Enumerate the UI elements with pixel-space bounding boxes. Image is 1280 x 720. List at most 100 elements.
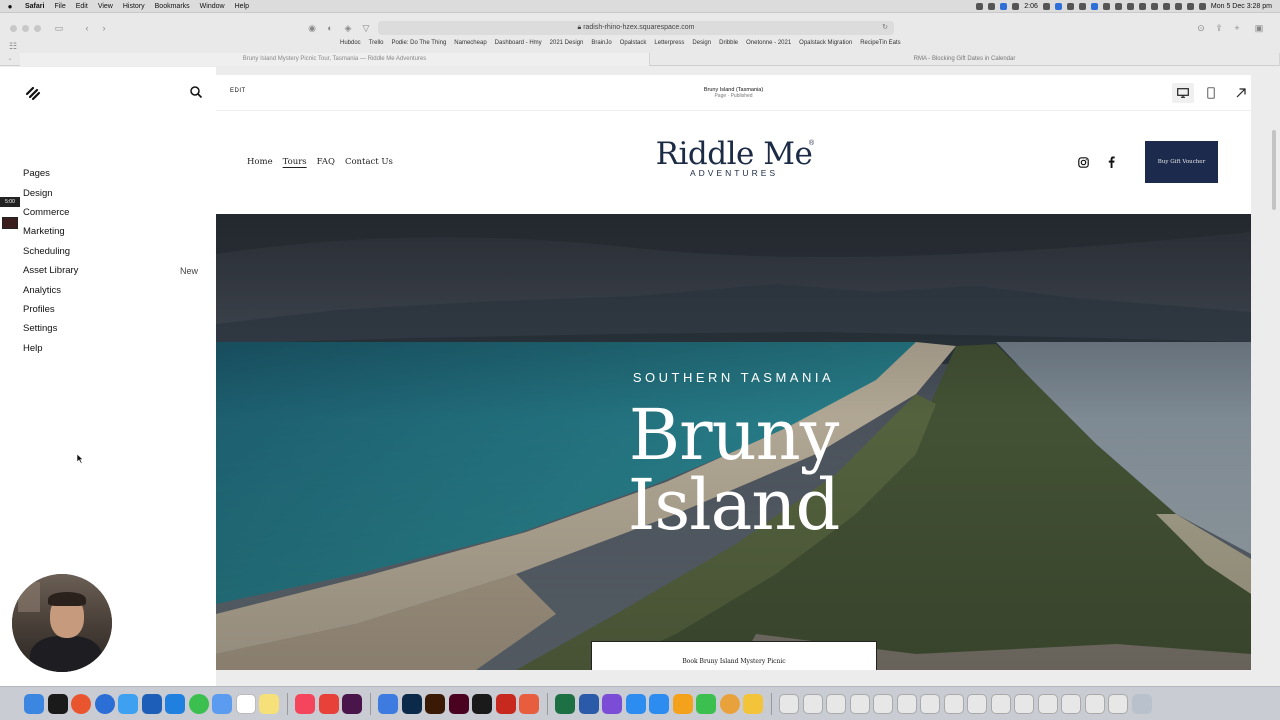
close-window-button[interactable]: [10, 25, 17, 32]
document-icon[interactable]: [1037, 693, 1058, 714]
photoshop-icon[interactable]: [401, 693, 422, 714]
app-icon[interactable]: [165, 693, 185, 714]
apple-menu-icon[interactable]: ●: [0, 2, 20, 11]
menu-app-name[interactable]: Safari: [20, 3, 49, 10]
app-icon[interactable]: [212, 693, 232, 714]
sidebar-item-pages[interactable]: Pages: [23, 164, 198, 183]
tab-bar-icon[interactable]: ⌄: [0, 53, 20, 66]
browser-tab-active[interactable]: Bruny Island Mystery Picnic Tour, Tasman…: [20, 53, 650, 66]
favorite-link[interactable]: Opalstack: [620, 40, 647, 46]
status-app-icon[interactable]: [1066, 2, 1074, 10]
bridge-icon[interactable]: [472, 693, 492, 714]
instagram-icon[interactable]: [1076, 155, 1090, 169]
trash-icon[interactable]: [1131, 693, 1152, 714]
facebook-icon[interactable]: [1104, 155, 1118, 169]
control-center-icon[interactable]: [1198, 2, 1206, 10]
search-icon[interactable]: [189, 85, 203, 99]
site-logo[interactable]: Riddle Me ADVENTURES ®: [646, 137, 822, 178]
sidebar-item-marketing[interactable]: Marketing: [23, 222, 198, 241]
sidebar-item-design[interactable]: Design: [23, 183, 198, 202]
menu-file[interactable]: File: [49, 3, 70, 10]
sidebar-item-scheduling[interactable]: Scheduling: [23, 242, 198, 261]
numbers-icon[interactable]: [696, 693, 716, 714]
calendar-icon[interactable]: [235, 693, 256, 714]
browser-tab[interactable]: RMA - Blocking Gift Dates in Calendar: [650, 53, 1280, 66]
reload-icon[interactable]: ↻: [882, 21, 888, 35]
sidebar-item-help[interactable]: Help: [23, 339, 198, 358]
document-icon[interactable]: [990, 693, 1011, 714]
status-app-icon[interactable]: [1000, 2, 1008, 10]
bookmarks-grid-icon[interactable]: ☷: [6, 40, 20, 52]
site-nav-tours[interactable]: Tours: [283, 157, 307, 167]
acrobat-icon[interactable]: [495, 693, 516, 714]
news-icon[interactable]: [318, 693, 339, 714]
sidebar-item-asset-library[interactable]: Asset Library New: [23, 261, 198, 280]
favorite-link[interactable]: Podie: Do The Thing: [391, 40, 446, 46]
menu-edit[interactable]: Edit: [71, 3, 93, 10]
illustrator-icon[interactable]: [425, 693, 445, 714]
document-icon[interactable]: [896, 693, 917, 714]
site-nav-contact[interactable]: Contact Us: [345, 157, 393, 167]
status-datetime[interactable]: Mon 5 Dec 3:28 pm: [1211, 3, 1272, 10]
menu-view[interactable]: View: [93, 3, 118, 10]
outlook-icon[interactable]: [141, 693, 162, 714]
buy-gift-voucher-button[interactable]: Buy Gift Voucher: [1145, 141, 1218, 183]
music-icon[interactable]: [295, 693, 315, 714]
sidebar-item-settings[interactable]: Settings: [23, 319, 198, 338]
favorite-link[interactable]: RecipeTin Eats: [860, 40, 900, 46]
back-arrow-icon[interactable]: ‹: [80, 22, 94, 34]
favorite-link[interactable]: Dribble: [719, 40, 738, 46]
safari-icon[interactable]: [94, 693, 115, 714]
status-app-icon[interactable]: [1102, 2, 1110, 10]
favorite-link[interactable]: BrainJo: [591, 40, 611, 46]
app-store-icon[interactable]: [625, 693, 646, 714]
forward-arrow-icon[interactable]: ›: [97, 22, 111, 34]
menu-bookmarks[interactable]: Bookmarks: [150, 3, 195, 10]
status-app-icon[interactable]: [1090, 2, 1098, 10]
open-external-arrow-icon[interactable]: [1230, 83, 1251, 103]
menu-window[interactable]: Window: [195, 3, 230, 10]
favorite-folder[interactable]: Letterpress: [654, 40, 684, 46]
favorite-link[interactable]: Hubdoc: [340, 40, 361, 46]
favorite-folder[interactable]: Opalstack Migration: [799, 40, 852, 46]
indesign-icon[interactable]: [448, 693, 469, 714]
tab-overview-icon[interactable]: ▣: [1252, 22, 1266, 34]
document-icon[interactable]: [1108, 693, 1128, 714]
download-icon[interactable]: ⊙: [1194, 22, 1208, 34]
messages-icon[interactable]: [188, 693, 209, 714]
sidebar-item-commerce[interactable]: Commerce: [23, 203, 198, 222]
document-icon[interactable]: [920, 693, 940, 714]
bluetooth-icon[interactable]: [1162, 2, 1170, 10]
new-tab-icon[interactable]: +: [1230, 22, 1244, 34]
volume-icon[interactable]: [1150, 2, 1158, 10]
document-icon[interactable]: [873, 693, 893, 714]
chrome-icon[interactable]: [719, 693, 740, 714]
slack-icon[interactable]: [342, 693, 362, 714]
page-info[interactable]: Bruny Island (Tasmania) Page · Published: [216, 87, 1251, 99]
app-icon[interactable]: [743, 693, 763, 714]
status-app-icon[interactable]: [1054, 2, 1062, 10]
favorite-folder[interactable]: 2021 Design: [550, 40, 584, 46]
document-icon[interactable]: [943, 693, 964, 714]
document-icon[interactable]: [802, 693, 823, 714]
wifi-icon[interactable]: [1138, 2, 1146, 10]
sidebar-toggle-icon[interactable]: ▭: [52, 22, 66, 34]
spotlight-icon[interactable]: [1186, 2, 1194, 10]
mail-icon[interactable]: [118, 693, 138, 714]
squarespace-logo-icon[interactable]: [24, 85, 42, 101]
twitch-icon[interactable]: [602, 693, 622, 714]
share-icon[interactable]: ⇪: [1212, 22, 1226, 34]
scrollbar-thumb[interactable]: [1272, 130, 1276, 210]
status-app-icon[interactable]: [1126, 2, 1134, 10]
shield-icon[interactable]: ◐: [323, 22, 337, 34]
excel-icon[interactable]: [555, 693, 575, 714]
finder-icon[interactable]: [24, 693, 44, 714]
document-icon[interactable]: [1061, 693, 1081, 714]
notes-icon[interactable]: [259, 693, 279, 714]
site-nav-faq[interactable]: FAQ: [317, 157, 335, 167]
app-icon[interactable]: [672, 693, 693, 714]
favorite-folder[interactable]: Onetonne - 2021: [746, 40, 791, 46]
menu-history[interactable]: History: [118, 3, 150, 10]
zoom-window-button[interactable]: [34, 25, 41, 32]
record-icon[interactable]: [2, 217, 18, 229]
